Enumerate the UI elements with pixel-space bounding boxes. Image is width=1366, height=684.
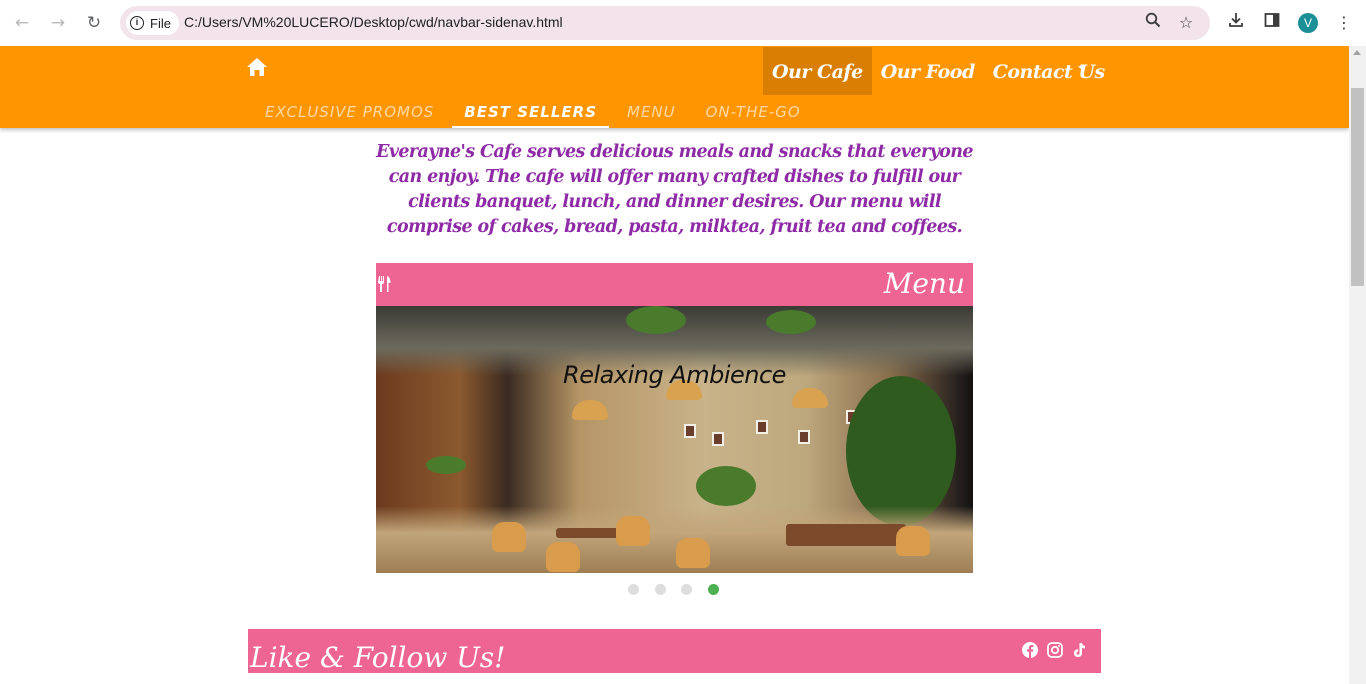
carousel-dot-1[interactable] — [628, 584, 639, 595]
menu-header: Menu — [376, 263, 973, 306]
browser-toolbar: ← → ↻ i File C:/Users/VM%20LUCERO/Deskto… — [0, 0, 1366, 46]
chip-label: File — [150, 15, 171, 31]
wall-frame — [756, 420, 768, 434]
wall-frame — [798, 430, 810, 444]
side-panel-icon[interactable] — [1260, 11, 1284, 35]
pendant-lamp — [572, 400, 608, 420]
nav-contact-us[interactable]: Contact Us — [984, 47, 1114, 95]
tiktok-icon[interactable] — [1071, 642, 1087, 658]
download-icon[interactable] — [1224, 11, 1248, 35]
info-icon: i — [130, 16, 144, 30]
subnav-exclusive-promos[interactable]: EXCLUSIVE PROMOS — [253, 102, 446, 128]
carousel-dots — [628, 584, 734, 595]
url-text[interactable]: C:/Users/VM%20LUCERO/Desktop/cwd/navbar-… — [184, 14, 563, 30]
cutlery-icon — [377, 276, 391, 292]
pendant-lamp — [792, 388, 828, 408]
nav-our-cafe[interactable]: Our Cafe — [763, 47, 872, 95]
hanging-plant — [766, 310, 816, 334]
carousel-dot-3[interactable] — [681, 584, 692, 595]
subnav-menu[interactable]: MENU — [615, 102, 688, 128]
tree-plant — [846, 376, 956, 526]
subnav-best-sellers[interactable]: BEST SELLERS — [452, 102, 609, 128]
address-bar[interactable]: i File C:/Users/VM%20LUCERO/Desktop/cwd/… — [120, 6, 1210, 40]
navbar: Our Cafe Our Food Contact Us EXCLUSIVE P… — [0, 46, 1349, 128]
forward-icon[interactable]: → — [46, 11, 70, 35]
follow-header: Like & Follow Us! — [248, 629, 1101, 674]
home-icon[interactable] — [246, 57, 268, 79]
nav-our-food[interactable]: Our Food — [872, 47, 984, 95]
zoom-icon[interactable] — [1142, 12, 1164, 34]
more-menu-icon[interactable]: ⋮ — [1332, 11, 1356, 35]
follow-title: Like & Follow Us! — [250, 641, 506, 674]
intro-text: Everayne's Cafe serves delicious meals a… — [376, 142, 973, 237]
back-icon[interactable]: ← — [10, 11, 34, 35]
cafe-chair — [616, 516, 650, 546]
facebook-icon[interactable] — [1022, 642, 1038, 658]
cafe-chair — [492, 522, 526, 552]
sub-nav: EXCLUSIVE PROMOS BEST SELLERS MENU ON-TH… — [253, 102, 819, 128]
cafe-chair — [896, 526, 930, 556]
wall-frame — [712, 432, 724, 446]
cafe-table — [786, 524, 906, 546]
carousel-dot-4[interactable] — [707, 584, 719, 595]
page-viewport: Our Cafe Our Food Contact Us EXCLUSIVE P… — [0, 46, 1349, 684]
reload-icon[interactable]: ↻ — [82, 11, 106, 35]
main-nav: Our Cafe Our Food Contact Us — [763, 47, 1114, 95]
scroll-up-arrow-icon[interactable] — [1353, 50, 1361, 55]
wall-frame — [684, 424, 696, 438]
instagram-icon[interactable] — [1047, 642, 1063, 658]
site-info-chip[interactable]: i File — [126, 11, 179, 35]
dropdown-caret-icon[interactable] — [1078, 66, 1086, 70]
potted-plant — [696, 466, 756, 506]
hanging-plant — [626, 306, 686, 334]
carousel-dot-2[interactable] — [654, 584, 666, 595]
cafe-chair — [546, 542, 580, 572]
bookmark-star-icon[interactable]: ☆ — [1175, 12, 1197, 34]
wall-planter — [426, 456, 466, 474]
scrollbar-thumb[interactable] — [1351, 88, 1364, 286]
profile-avatar[interactable]: V — [1298, 13, 1318, 33]
cafe-chair — [676, 538, 710, 568]
carousel-slide-image[interactable]: Relaxing Ambience — [376, 306, 973, 573]
subnav-on-the-go[interactable]: ON-THE-GO — [694, 102, 813, 128]
menu-title: Menu — [883, 267, 965, 300]
slide-caption: Relaxing Ambience — [563, 361, 786, 389]
